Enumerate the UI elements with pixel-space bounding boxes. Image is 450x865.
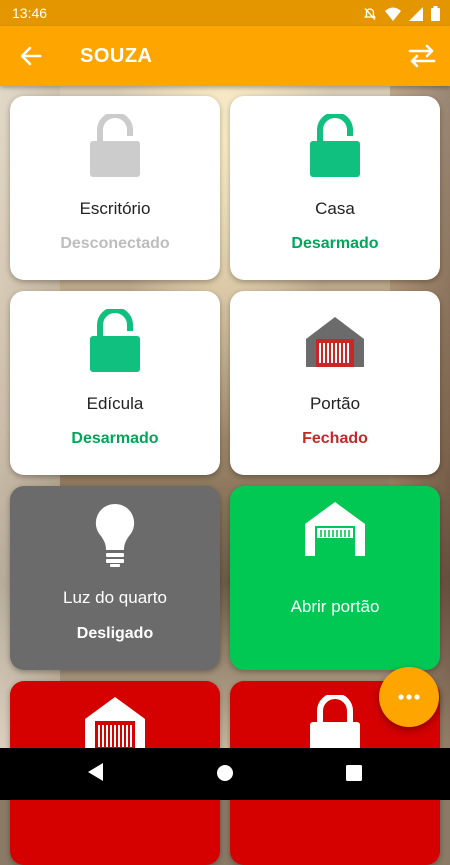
tile-status: Desligado [76, 625, 154, 642]
status-time: 13:46 [12, 5, 48, 21]
garage-icon [306, 317, 364, 367]
gate-icon [305, 502, 365, 556]
tile-luz-do-quarto[interactable]: Luz do quarto Desligado [10, 486, 220, 670]
tile-edicula[interactable]: Edícula Desarmado [10, 291, 220, 475]
status-bar: 13:46 [0, 0, 450, 26]
back-triangle-icon[interactable] [86, 762, 104, 782]
mute-icon [363, 7, 377, 20]
page-title: SOUZA [80, 45, 153, 67]
more-options-fab[interactable] [379, 667, 439, 727]
padlock-green-icon [90, 309, 140, 372]
padlock-gray-icon [90, 114, 140, 177]
tile-label: Portão [309, 394, 361, 413]
app-bar: SOUZA [0, 26, 450, 86]
tile-label: Escritório [79, 199, 151, 218]
signal-icon [409, 6, 423, 21]
status-icons [363, 6, 440, 21]
garage-icon [85, 697, 145, 749]
tile-label: Luz do quarto [63, 588, 167, 607]
tile-abrir-portao[interactable]: Abrir portão [230, 486, 440, 670]
lightbulb-icon [95, 503, 135, 567]
tile-status: Fechado [302, 430, 368, 447]
swap-icon[interactable] [408, 43, 436, 69]
padlock-green-icon [310, 114, 360, 177]
wifi-icon [385, 7, 401, 21]
more-horizontal-icon [398, 694, 420, 700]
tile-status: Desarmado [291, 235, 379, 252]
arrow-left-icon[interactable] [18, 43, 44, 69]
tile-label: Abrir portão [290, 597, 380, 616]
tile-casa[interactable]: Casa Desarmado [230, 96, 440, 280]
tile-portao[interactable]: Portão Fechado [230, 291, 440, 475]
tile-label: Edícula [86, 394, 144, 413]
home-circle-icon[interactable] [216, 764, 234, 782]
tile-status: Desconectado [60, 235, 170, 252]
battery-icon [431, 6, 440, 21]
tile-escritorio[interactable]: Escritório Desconectado [10, 96, 220, 280]
recents-square-icon[interactable] [346, 765, 362, 781]
system-nav-bar [0, 748, 450, 800]
tile-status: Desarmado [71, 430, 159, 447]
tile-label: Casa [315, 199, 355, 218]
